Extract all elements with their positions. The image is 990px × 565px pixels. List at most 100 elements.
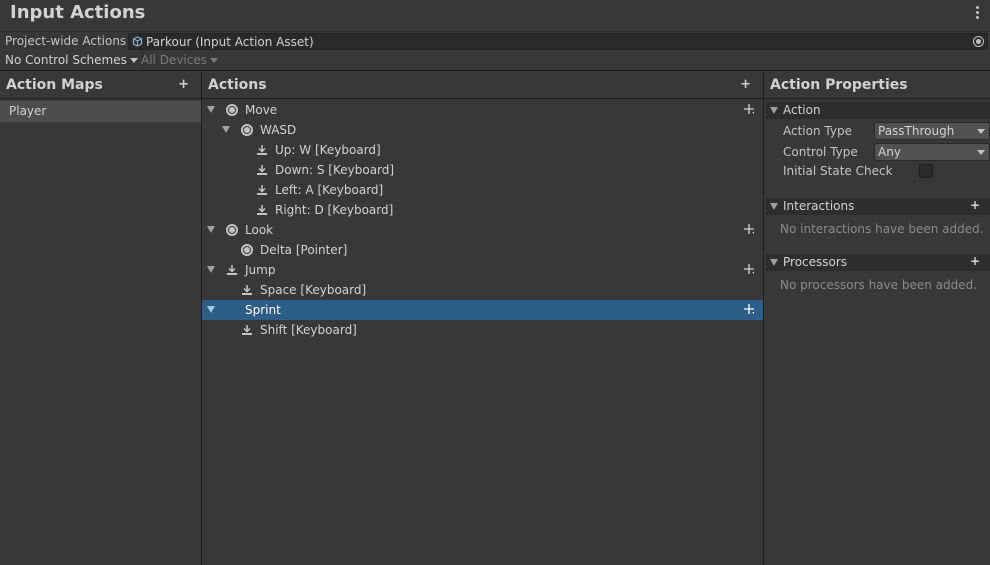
action-properties-body: Action Action Type PassThrough Control T… [764,100,990,565]
processors-section-title: Processors [783,255,848,269]
action-type-dropdown[interactable]: PassThrough [874,122,990,140]
composite-row-wasd[interactable]: WASD [202,120,763,140]
action-type-label: Action Type [783,124,852,138]
binding-label: Delta [Pointer] [260,243,348,257]
action-maps-panel: Action Maps + Player [0,72,202,565]
binding-row-right[interactable]: Right: D [Keyboard] [202,200,763,220]
value-action-icon [226,104,238,116]
control-type-dropdown[interactable]: Any [874,143,990,161]
control-scheme-label: No Control Schemes [5,53,127,67]
value-action-icon [241,124,253,136]
binding-row-up[interactable]: Up: W [Keyboard] [202,140,763,160]
action-type-value: PassThrough [878,124,955,138]
control-type-row: Control Type Any [764,142,990,162]
add-action-map-button[interactable]: + [178,78,189,92]
control-scheme-toolbar: No Control Schemes All Devices [0,50,990,71]
binding-label: Right: D [Keyboard] [275,203,394,217]
processors-empty-message: No processors have been added. [780,278,978,292]
interactions-section-header[interactable]: Interactions + [766,198,990,215]
composite-label: WASD [260,123,297,137]
asset-row: Project-wide Actions Parkour (Input Acti… [0,31,990,50]
binding-icon [257,165,267,175]
binding-icon [242,325,252,335]
window-title: Input Actions [10,2,146,23]
fold-arrow-icon[interactable] [207,106,215,113]
action-map-item-player[interactable]: Player [0,101,201,122]
add-interaction-button[interactable]: + [970,198,980,212]
initial-state-label: Initial State Check [783,164,893,178]
devices-dropdown[interactable]: All Devices [137,51,222,70]
asset-object-field[interactable]: Parkour (Input Action Asset) [128,33,988,50]
action-map-label: Player [9,104,47,118]
binding-icon [242,285,252,295]
binding-row-shift[interactable]: Shift [Keyboard] [202,320,763,340]
action-type-row: Action Type PassThrough [764,121,990,141]
fold-arrow-icon[interactable] [770,259,778,266]
binding-icon [257,185,267,195]
add-processor-button[interactable]: + [970,254,980,268]
interactions-empty-message: No interactions have been added. [780,222,984,236]
asset-label: Project-wide Actions [5,34,127,48]
add-action-button[interactable]: + [740,78,751,92]
action-properties-panel: Action Properties Action Action Type Pas… [764,72,990,565]
action-row-look[interactable]: Look [202,220,763,240]
action-maps-title: Action Maps [6,77,103,93]
action-maps-header: Action Maps + [0,72,201,99]
fold-arrow-icon[interactable] [207,266,215,273]
control-type-value: Any [878,145,901,159]
binding-icon [257,145,267,155]
chevron-down-icon [209,58,218,63]
object-picker-icon[interactable] [973,36,984,47]
control-scheme-dropdown[interactable]: No Control Schemes [1,51,143,70]
binding-label: Down: S [Keyboard] [275,163,395,177]
asset-field-value: Parkour (Input Action Asset) [146,35,314,49]
binding-row-space[interactable]: Space [Keyboard] [202,280,763,300]
value-action-icon [226,224,238,236]
binding-row-left[interactable]: Left: A [Keyboard] [202,180,763,200]
fold-arrow-icon[interactable] [222,126,230,133]
control-type-label: Control Type [783,145,858,159]
initial-state-row: Initial State Check [764,161,990,181]
action-row-sprint[interactable]: Sprint [202,300,763,320]
action-row-move[interactable]: Move [202,100,763,120]
binding-row-delta[interactable]: Delta [Pointer] [202,240,763,260]
actions-title: Actions [208,77,267,93]
button-action-icon [227,265,237,275]
add-binding-icon[interactable] [743,223,755,235]
devices-label: All Devices [141,53,207,67]
fold-arrow-icon[interactable] [207,226,215,233]
add-binding-icon[interactable] [743,103,755,115]
add-binding-icon[interactable] [743,263,755,275]
add-binding-icon[interactable] [743,303,755,315]
binding-row-down[interactable]: Down: S [Keyboard] [202,160,763,180]
action-properties-title: Action Properties [770,77,908,93]
action-section-header[interactable]: Action [766,102,990,119]
fold-arrow-icon[interactable] [770,107,778,114]
initial-state-checkbox[interactable] [919,164,933,178]
action-row-jump[interactable]: Jump [202,260,763,280]
binding-icon [257,205,267,215]
action-label: Jump [245,263,276,277]
input-asset-icon [132,36,143,47]
action-properties-header: Action Properties [764,72,990,99]
action-maps-list: Player [0,100,201,565]
window-titlebar: Input Actions [0,0,990,31]
interactions-section-title: Interactions [783,199,855,213]
binding-label: Shift [Keyboard] [260,323,357,337]
chevron-down-icon [977,129,985,134]
action-label: Sprint [245,303,281,317]
actions-tree: Move WASD Up: W [Keyboard] Down: S [Keyb… [202,100,763,565]
more-options-icon[interactable] [972,6,982,20]
actions-panel: Actions + Move WASD Up: W [Keyboard] Dow… [202,72,764,565]
action-section-title: Action [783,103,821,117]
actions-header: Actions + [202,72,763,99]
fold-arrow-icon[interactable] [770,203,778,210]
fold-arrow-icon[interactable] [207,306,215,313]
binding-label: Space [Keyboard] [260,283,367,297]
binding-label: Left: A [Keyboard] [275,183,384,197]
processors-section-header[interactable]: Processors + [766,254,990,271]
action-label: Look [245,223,274,237]
chevron-down-icon [977,150,985,155]
action-label: Move [245,103,278,117]
binding-label: Up: W [Keyboard] [275,143,381,157]
